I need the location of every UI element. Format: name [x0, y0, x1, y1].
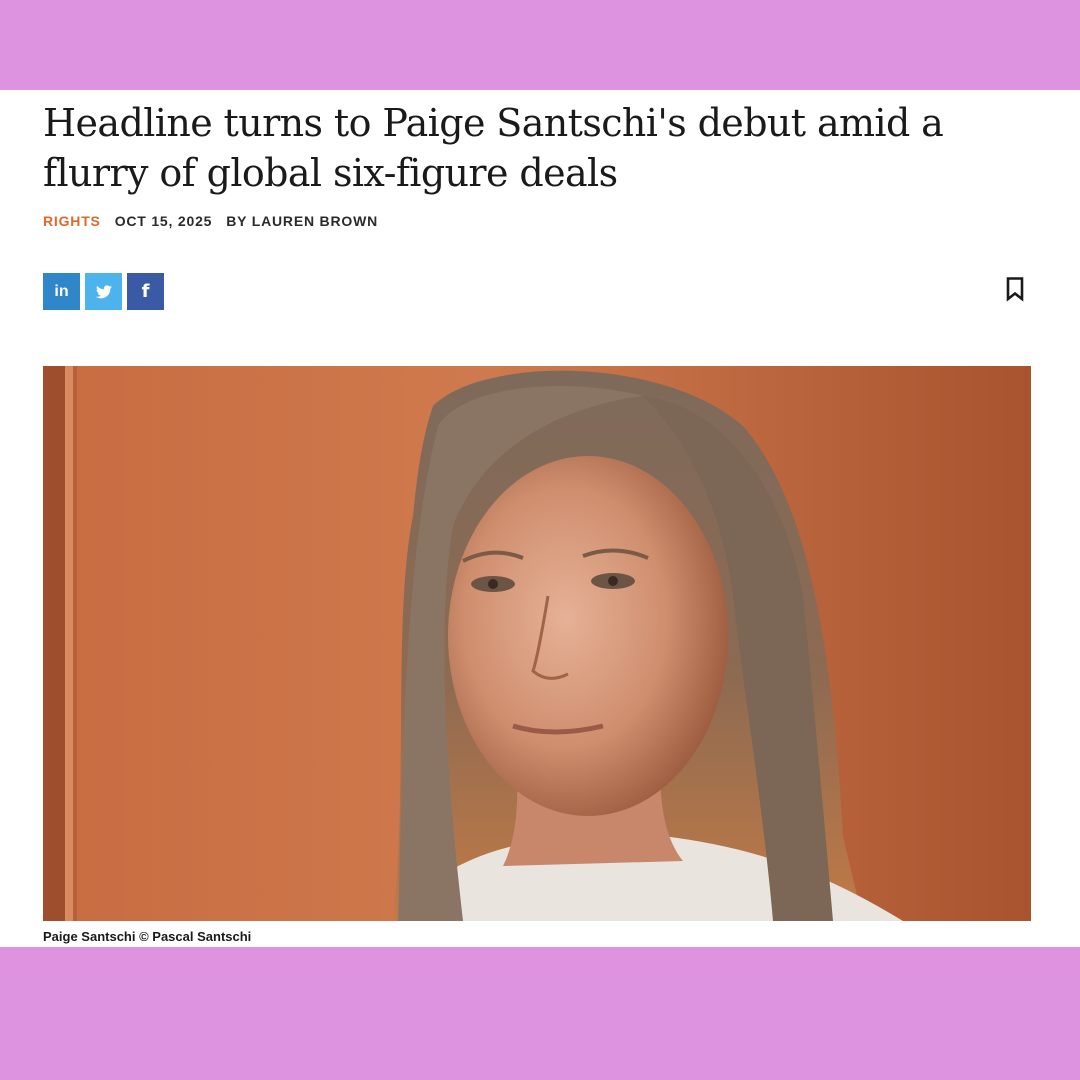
bottom-pink-band	[0, 947, 1080, 1080]
portrait-illustration	[43, 366, 1031, 921]
publish-date: OCT 15, 2025	[114, 213, 213, 229]
bookmark-button[interactable]	[1003, 276, 1027, 302]
linkedin-icon: in	[54, 282, 69, 300]
twitter-bird-icon	[95, 284, 112, 298]
share-buttons: in f	[43, 273, 164, 310]
author-byline[interactable]: BY LAUREN BROWN	[226, 213, 378, 229]
linkedin-share-button[interactable]: in	[43, 273, 80, 310]
bookmark-icon	[1006, 277, 1024, 302]
facebook-share-button[interactable]: f	[127, 273, 164, 310]
top-pink-band	[0, 0, 1080, 90]
article-headline: Headline turns to Paige Santschi's debut…	[43, 101, 944, 195]
twitter-share-button[interactable]	[85, 273, 122, 310]
facebook-icon: f	[141, 281, 150, 302]
category-tag[interactable]: RIGHTS	[43, 213, 101, 229]
article-meta: RIGHTS OCT 15, 2025 BY LAUREN BROWN	[43, 213, 378, 229]
author-portrait-photo	[43, 366, 1031, 921]
article-card: Headline turns to Paige Santschi's debut…	[0, 90, 1080, 947]
photo-caption: Paige Santschi © Pascal Santschi	[43, 929, 252, 944]
